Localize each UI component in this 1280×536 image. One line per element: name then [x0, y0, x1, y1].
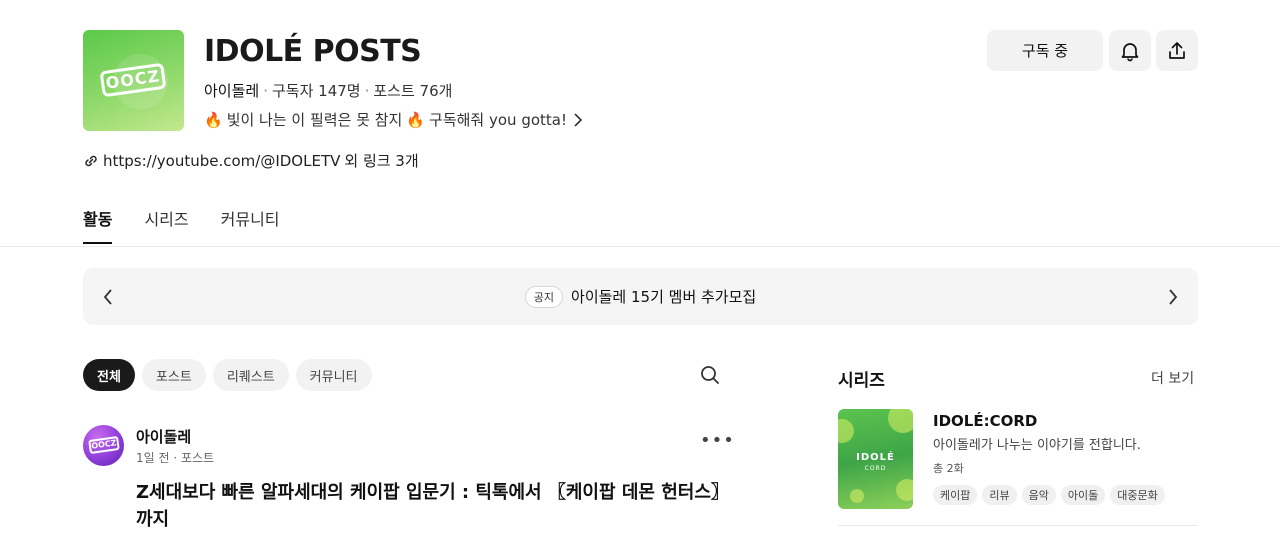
series-tag[interactable]: 리뷰 — [982, 485, 1017, 505]
search-icon — [701, 366, 719, 384]
notice-badge: 공지 — [524, 285, 564, 308]
series-tag[interactable]: 대중문화 — [1110, 485, 1165, 505]
series-description: 아이돌레가 나누는 이야기를 전합니다. — [933, 438, 1141, 453]
series-tag[interactable]: 음악 — [1021, 485, 1056, 505]
notice-prev-button[interactable] — [83, 268, 133, 325]
series-name[interactable]: IDOLÉ:CORD — [933, 412, 1037, 430]
tab-activity[interactable]: 활동 — [83, 206, 113, 244]
subscriber-count: 구독자 147명 — [271, 82, 361, 100]
channel-logo: OOCZ — [83, 30, 184, 131]
channel-meta: 아이돌레 · 구독자 147명 · 포스트 76개 — [204, 82, 453, 100]
channel-owner[interactable]: 아이돌레 — [204, 82, 259, 100]
post-count: 포스트 76개 — [373, 82, 453, 100]
series-tag[interactable]: 케이팝 — [933, 485, 978, 505]
fire-icon: 🔥 — [406, 110, 426, 129]
chevron-right-icon — [1169, 288, 1178, 305]
share-button[interactable] — [1156, 30, 1198, 71]
tabs-divider — [0, 246, 1280, 247]
series-heading: 시리즈 — [838, 371, 885, 391]
chevron-left-icon — [103, 288, 112, 305]
series-divider — [838, 525, 1198, 526]
filter-community[interactable]: 커뮤니티 — [295, 359, 372, 391]
tab-community[interactable]: 커뮤니티 — [221, 206, 280, 243]
channel-link[interactable]: https://youtube.com/@IDOLETV — [103, 152, 340, 170]
fire-icon: 🔥 — [204, 110, 223, 129]
chevron-right-icon — [574, 112, 583, 127]
series-thumbnail[interactable]: IDOLÉ CORD — [838, 409, 913, 509]
post-title[interactable]: Z세대보다 빠른 알파세대의 케이팝 입문기 : 틱톡에서 〖케이팝 데몬 헌터… — [136, 479, 736, 533]
notification-button[interactable] — [1109, 30, 1151, 71]
channel-title: IDOLÉ POSTS — [204, 34, 422, 69]
filter-all[interactable]: 전체 — [83, 359, 135, 391]
avatar[interactable]: OOCZ — [83, 425, 124, 466]
filter-posts[interactable]: 포스트 — [141, 359, 206, 391]
series-tags: 케이팝 리뷰 음악 아이돌 대중문화 — [933, 485, 1165, 505]
series-episode-count: 총 2화 — [933, 462, 964, 475]
subscribe-button[interactable]: 구독 중 — [987, 30, 1103, 71]
filter-requests[interactable]: 리퀘스트 — [212, 359, 289, 391]
more-options-icon[interactable]: ••• — [700, 430, 735, 451]
notice-banner[interactable]: 공지 아이돌레 15기 멤버 추가모집 — [83, 268, 1198, 325]
channel-links[interactable]: https://youtube.com/@IDOLETV 외 링크 3개 — [83, 150, 419, 171]
series-tag[interactable]: 아이돌 — [1060, 485, 1106, 505]
more-links[interactable]: 외 링크 3개 — [344, 150, 418, 171]
share-icon — [1169, 41, 1185, 59]
tab-series[interactable]: 시리즈 — [144, 206, 188, 243]
main-tabs: 활동 시리즈 커뮤니티 — [83, 206, 280, 244]
notice-next-button[interactable] — [1148, 268, 1198, 325]
search-button[interactable] — [698, 363, 722, 387]
series-more-link[interactable]: 더 보기 — [1151, 368, 1194, 388]
channel-description[interactable]: 🔥 빛이 나는 이 필력은 못 참지 🔥 구독해줘 you gotta! — [204, 109, 583, 130]
post-author[interactable]: 아이돌레 — [136, 426, 191, 447]
post-meta: 1일 전 · 포스트 — [136, 451, 215, 465]
notice-text[interactable]: 아이돌레 15기 멤버 추가모집 — [571, 286, 756, 307]
bell-icon — [1121, 42, 1139, 61]
link-icon — [85, 155, 97, 166]
content-filters: 전체 포스트 리퀘스트 커뮤니티 — [83, 359, 372, 391]
